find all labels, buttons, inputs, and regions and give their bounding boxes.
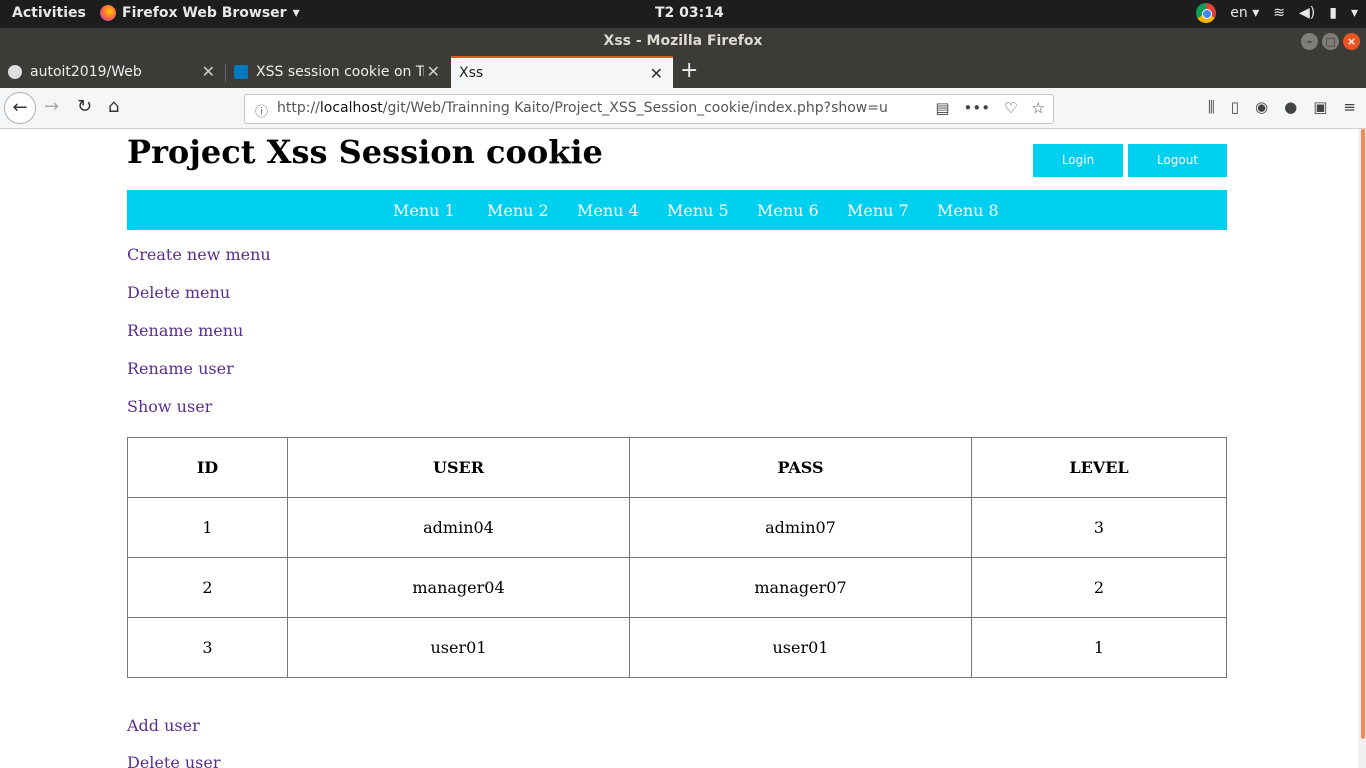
maximize-icon[interactable]: □ xyxy=(1322,33,1339,50)
minimize-icon[interactable]: – xyxy=(1301,33,1318,50)
cell-user: user01 xyxy=(287,617,630,678)
delete-menu-link[interactable]: Delete menu xyxy=(127,283,230,302)
column-header-user: USER xyxy=(287,437,630,498)
users-table: ID USER PASS LEVEL 1 admin04 admin07 3 2… xyxy=(127,437,1227,678)
menu-icon[interactable]: ≡ xyxy=(1343,98,1356,116)
github-icon xyxy=(8,65,22,79)
tab-bar: autoit2019/Web ✕ XSS session cookie on T… xyxy=(0,56,1366,88)
library-icon[interactable]: ⫼ xyxy=(1208,98,1215,116)
close-icon[interactable]: ✕ xyxy=(650,64,663,83)
page-content: Project Xss Session cookie Login Logout … xyxy=(0,129,1358,768)
cell-id: 2 xyxy=(127,557,288,618)
column-header-level: LEVEL xyxy=(971,437,1227,498)
menu-item-4[interactable]: Menu 4 xyxy=(577,201,639,220)
reload-icon[interactable]: ↻ xyxy=(77,96,92,117)
show-user-link[interactable]: Show user xyxy=(127,397,212,416)
tab-title: Xss xyxy=(459,65,484,81)
sidebar-icon[interactable]: ▯ xyxy=(1231,98,1239,116)
cell-user: manager04 xyxy=(287,557,630,618)
menu-item-5[interactable]: Menu 5 xyxy=(667,201,729,220)
tab-trello[interactable]: XSS session cookie on Tr ✕ xyxy=(226,56,450,88)
forward-icon[interactable]: → xyxy=(44,96,59,117)
url-bar-actions: ▤ ••• ♡ ☆ xyxy=(935,99,1045,117)
cell-pass: admin07 xyxy=(629,497,972,558)
delete-user-link[interactable]: Delete user xyxy=(127,753,221,768)
table-row: 1 admin04 admin07 3 xyxy=(127,497,1227,558)
menu-item-8[interactable]: Menu 8 xyxy=(937,201,999,220)
login-button[interactable]: Login xyxy=(1033,144,1123,177)
system-top-bar: Activities Firefox Web Browser ▾ T2 03:1… xyxy=(0,0,1366,28)
cell-level: 1 xyxy=(971,617,1227,678)
home-icon[interactable]: ⌂ xyxy=(108,96,119,117)
tab-xss[interactable]: Xss ✕ xyxy=(451,56,673,88)
scrollbar-thumb[interactable] xyxy=(1361,129,1365,739)
tab-github[interactable]: autoit2019/Web ✕ xyxy=(0,56,225,88)
cell-pass: user01 xyxy=(629,617,972,678)
info-icon[interactable]: ⓘ xyxy=(255,101,268,120)
logout-button[interactable]: Logout xyxy=(1128,144,1227,177)
page-actions-icon[interactable]: ••• xyxy=(964,99,991,117)
table-row: 2 manager04 manager07 2 xyxy=(127,557,1227,618)
activities-button[interactable]: Activities xyxy=(12,5,86,21)
rename-menu-link[interactable]: Rename menu xyxy=(127,321,243,340)
url-text[interactable]: http://localhost/git/Web/Trainning Kaito… xyxy=(277,100,888,116)
column-header-id: ID xyxy=(127,437,288,498)
back-icon[interactable]: ← xyxy=(4,92,36,124)
bookmark-star-icon[interactable]: ☆ xyxy=(1032,99,1045,117)
cell-id: 1 xyxy=(127,497,288,558)
close-icon[interactable]: ✕ xyxy=(202,62,215,81)
chrome-icon[interactable] xyxy=(1196,3,1217,23)
language-indicator[interactable]: en ▾ xyxy=(1230,5,1259,21)
create-menu-link[interactable]: Create new menu xyxy=(127,245,271,264)
new-tab-icon[interactable]: + xyxy=(680,58,698,83)
reader-view-icon[interactable]: ▤ xyxy=(935,99,949,117)
cookie-extension-icon[interactable]: ● xyxy=(1284,98,1297,116)
chevron-down-icon: ▾ xyxy=(292,5,300,21)
app-menu[interactable]: Firefox Web Browser ▾ xyxy=(100,5,300,21)
battery-icon[interactable]: ▮ xyxy=(1329,5,1337,21)
tab-title: XSS session cookie on Tr xyxy=(256,64,424,80)
firefox-icon xyxy=(100,5,116,21)
table-header-row: ID USER PASS LEVEL xyxy=(127,437,1227,498)
clock[interactable]: T2 03:14 xyxy=(655,5,724,21)
trello-icon xyxy=(234,65,248,79)
menu-item-7[interactable]: Menu 7 xyxy=(847,201,909,220)
cell-level: 3 xyxy=(971,497,1227,558)
volume-icon[interactable]: ◀) xyxy=(1299,5,1315,21)
pocket-icon[interactable]: ♡ xyxy=(1004,99,1017,117)
toolbar-icons: ⫼ ▯ ◉ ● ▣ ≡ xyxy=(1208,98,1356,116)
column-header-pass: PASS xyxy=(629,437,972,498)
menu-item-1[interactable]: Menu 1 xyxy=(393,201,455,220)
save-extension-icon[interactable]: ▣ xyxy=(1313,98,1327,116)
account-icon[interactable]: ◉ xyxy=(1255,98,1268,116)
wifi-icon[interactable]: ≋ xyxy=(1273,5,1285,21)
close-icon[interactable]: ✕ xyxy=(427,62,440,81)
system-tray: en ▾ ≋ ◀) ▮ ▾ xyxy=(1196,3,1358,23)
app-menu-label: Firefox Web Browser xyxy=(122,5,287,21)
cell-id: 3 xyxy=(127,617,288,678)
menu-bar: Menu 1 Menu 2 Menu 4 Menu 5 Menu 6 Menu … xyxy=(127,190,1227,230)
menu-item-6[interactable]: Menu 6 xyxy=(757,201,819,220)
close-icon[interactable]: × xyxy=(1343,33,1360,50)
rename-user-link[interactable]: Rename user xyxy=(127,359,234,378)
chevron-down-icon[interactable]: ▾ xyxy=(1351,5,1358,21)
menu-item-2[interactable]: Menu 2 xyxy=(487,201,549,220)
table-row: 3 user01 user01 1 xyxy=(127,617,1227,678)
window-title-bar: Xss - Mozilla Firefox – □ × xyxy=(0,28,1366,56)
cell-user: admin04 xyxy=(287,497,630,558)
cell-level: 2 xyxy=(971,557,1227,618)
add-user-link[interactable]: Add user xyxy=(127,716,200,735)
window-controls: – □ × xyxy=(1301,33,1360,50)
window-title: Xss - Mozilla Firefox xyxy=(603,33,763,49)
tab-title: autoit2019/Web xyxy=(30,64,142,80)
navigation-toolbar: ← → ↻ ⌂ ⓘ http://localhost/git/Web/Train… xyxy=(0,88,1366,129)
url-bar[interactable]: ⓘ http://localhost/git/Web/Trainning Kai… xyxy=(244,94,1054,124)
cell-pass: manager07 xyxy=(629,557,972,618)
page-title: Project Xss Session cookie xyxy=(127,133,603,171)
